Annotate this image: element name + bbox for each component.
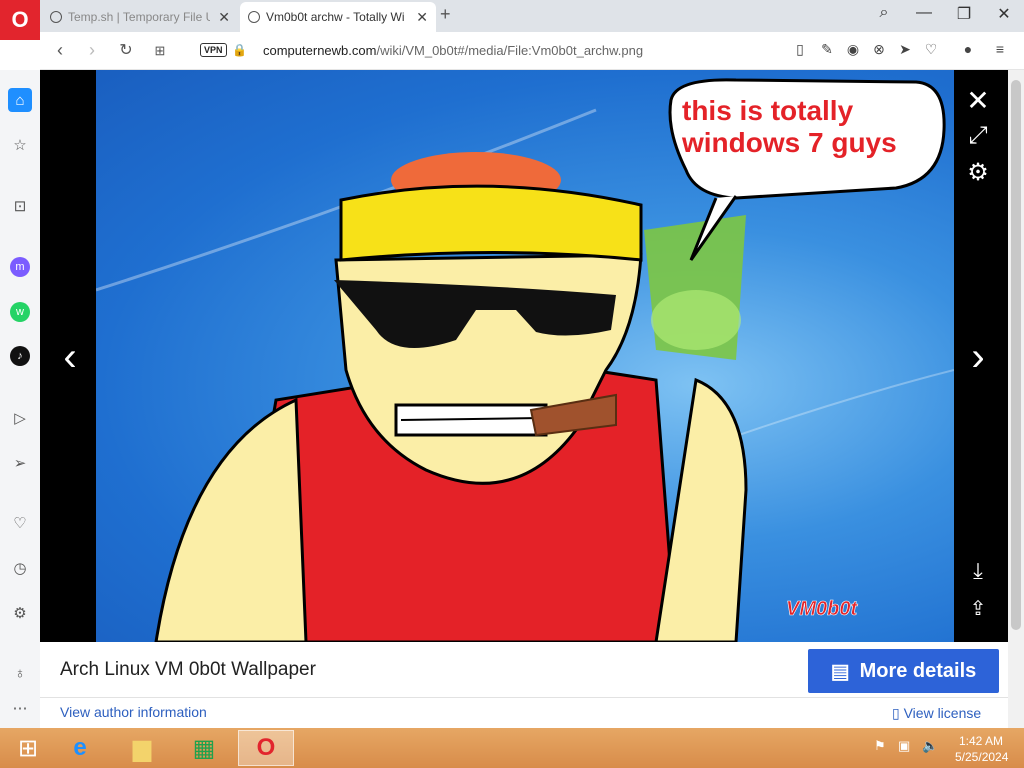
site-favicon-icon bbox=[248, 11, 260, 23]
settings-icon[interactable]: ⚙ bbox=[958, 158, 998, 187]
settings-icon[interactable]: ⚙ bbox=[8, 601, 32, 625]
author-link[interactable]: View author information bbox=[60, 704, 207, 720]
shield-icon[interactable]: ⊗ bbox=[869, 41, 889, 58]
start-button[interactable]: ⊞ bbox=[0, 730, 56, 766]
network-icon[interactable]: ▣ bbox=[898, 738, 910, 754]
next-image-icon[interactable]: › bbox=[958, 335, 998, 380]
reader-mode-icon[interactable]: ▯ bbox=[790, 41, 810, 58]
speech-bubble-text-line2: windows 7 guys bbox=[681, 127, 897, 158]
more-details-label: More details bbox=[859, 659, 977, 682]
shopping-icon[interactable]: ⊡ bbox=[8, 194, 32, 218]
license-link[interactable]: ▯ View license bbox=[892, 705, 981, 722]
easy-setup-icon[interactable]: ≡ bbox=[990, 41, 1010, 57]
more-details-button[interactable]: ▤ More details bbox=[808, 649, 999, 693]
scrollbar-thumb[interactable] bbox=[1011, 80, 1021, 630]
history-icon[interactable]: ◷ bbox=[8, 556, 32, 580]
previous-image-icon[interactable]: ‹ bbox=[50, 335, 90, 380]
internet-explorer-icon[interactable]: e bbox=[52, 730, 108, 766]
image-signature: VM0b0t bbox=[786, 598, 858, 620]
minimize-button[interactable]: — bbox=[908, 4, 940, 22]
document-icon: ▤ bbox=[830, 660, 850, 683]
speed-dial-icon[interactable]: ⊞ bbox=[148, 43, 172, 59]
forward-button[interactable]: › bbox=[80, 40, 104, 61]
image-title: Arch Linux VM 0b0t Wallpaper bbox=[60, 659, 316, 680]
restore-button[interactable]: ❐ bbox=[948, 4, 980, 24]
bookmark-icon: ▯ bbox=[892, 705, 904, 721]
opera-menu-button[interactable]: O bbox=[0, 0, 40, 40]
reload-button[interactable]: ↻ bbox=[114, 40, 138, 60]
send-icon[interactable]: ➤ bbox=[895, 41, 915, 58]
license-label: View license bbox=[903, 705, 982, 721]
url-host: computernewb.com bbox=[263, 43, 377, 58]
lock-icon[interactable]: 🔒 bbox=[232, 43, 247, 57]
download-icon[interactable]: ⤓ bbox=[958, 558, 998, 584]
tab-title: Vm0b0t archw - Totally Wi bbox=[266, 10, 405, 24]
wallpaper-image: this is totally windows 7 guys VM0b0t bbox=[96, 70, 954, 642]
close-tab-icon[interactable]: ✕ bbox=[218, 9, 230, 26]
profile-avatar-icon[interactable]: ● bbox=[958, 41, 978, 57]
new-tab-button[interactable]: + bbox=[440, 4, 451, 25]
wallpaper-drawing: this is totally windows 7 guys VM0b0t bbox=[96, 78, 954, 642]
heart-icon[interactable]: ♡ bbox=[921, 41, 941, 58]
send-icon[interactable]: ➢ bbox=[8, 451, 32, 475]
share-icon[interactable]: ⇪ bbox=[958, 596, 998, 621]
tips-icon[interactable]: ♁ bbox=[8, 661, 32, 685]
tab-temp-sh[interactable]: Temp.sh | Temporary File U ✕ bbox=[42, 2, 238, 32]
search-tabs-icon[interactable]: ⌕ bbox=[868, 4, 900, 22]
back-button[interactable]: ‹ bbox=[48, 40, 72, 61]
whatsapp-icon[interactable]: w bbox=[10, 302, 30, 322]
sidebar bbox=[0, 70, 40, 728]
edit-icon[interactable]: ✎ bbox=[817, 41, 837, 58]
camera-icon[interactable]: ◉ bbox=[843, 41, 863, 58]
player-icon[interactable]: ▷ bbox=[8, 406, 32, 430]
flag-icon[interactable]: ⚑ bbox=[874, 738, 886, 754]
globe-icon bbox=[50, 11, 62, 23]
expand-icon[interactable]: ⤢ bbox=[958, 122, 998, 150]
opera-taskbar-icon[interactable]: O bbox=[238, 730, 294, 766]
favorites-icon[interactable]: ♡ bbox=[8, 511, 32, 535]
clock-time: 1:42 AM bbox=[958, 734, 1004, 748]
url-path: /wiki/VM_0b0t#/media/File:Vm0b0t_archw.p… bbox=[376, 43, 644, 58]
close-lightbox-icon[interactable]: ✕ bbox=[958, 84, 998, 117]
url-field[interactable]: computernewb.com/wiki/VM_0b0t#/media/Fil… bbox=[263, 43, 643, 58]
close-window-button[interactable]: ✕ bbox=[988, 4, 1020, 24]
file-explorer-icon[interactable]: ▆ bbox=[114, 730, 170, 766]
system-clock[interactable]: 1:42 AM 5/25/2024 bbox=[955, 733, 1009, 765]
tab-vm0b0t[interactable]: Vm0b0t archw - Totally Wi ✕ bbox=[240, 2, 436, 32]
home-icon[interactable]: ⌂ bbox=[8, 88, 32, 112]
clock-date: 5/25/2024 bbox=[955, 750, 1009, 764]
divider bbox=[40, 697, 1008, 698]
messenger-icon[interactable]: m bbox=[10, 257, 30, 277]
speech-bubble-text-line1: this is totally bbox=[682, 95, 854, 126]
tab-title: Temp.sh | Temporary File U bbox=[68, 10, 211, 24]
volume-muted-icon[interactable]: 🔈 bbox=[922, 738, 938, 754]
store-icon[interactable]: ▦ bbox=[176, 730, 232, 766]
pinboard-icon[interactable]: ☆ bbox=[8, 133, 32, 157]
vpn-badge[interactable]: VPN bbox=[200, 43, 227, 57]
tiktok-icon[interactable]: ♪ bbox=[10, 346, 30, 366]
more-icon[interactable]: ⋯ bbox=[8, 696, 32, 720]
close-tab-icon[interactable]: ✕ bbox=[416, 9, 428, 26]
